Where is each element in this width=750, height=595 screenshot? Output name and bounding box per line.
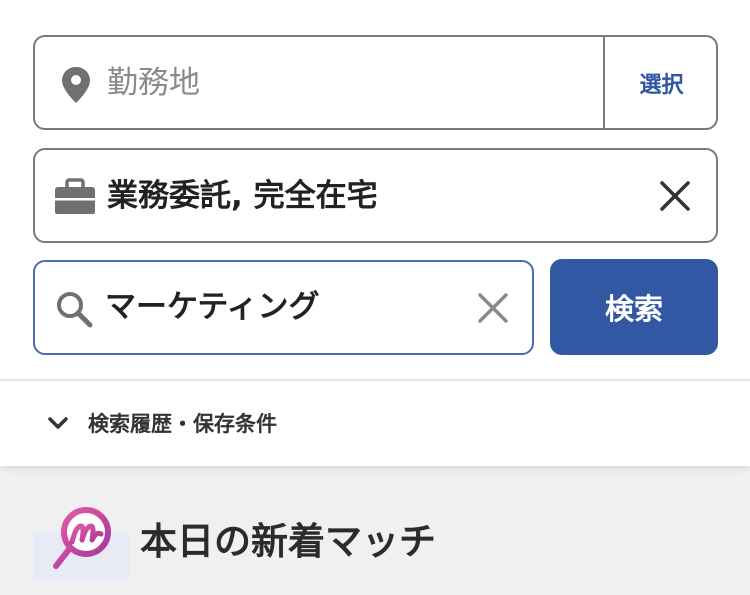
search-icon [57,292,93,328]
employment-type-value: 業務委託, 完全在宅 [107,178,378,214]
chevron-down-icon [48,417,68,429]
location-field[interactable]: 勤務地 選択 [33,35,718,130]
search-panel: 勤務地 選択 業務委託, 完全在宅 マーケティング 検索 検索履歴・保存条件 [0,0,750,466]
keyword-value: マーケティング [105,289,320,325]
new-matches-header: 本日の新着マッチ [34,500,436,580]
search-history-toggle[interactable]: 検索履歴・保存条件 [44,400,277,446]
close-icon[interactable] [657,178,693,214]
map-pin-icon [62,67,90,103]
keyword-input[interactable]: マーケティング [33,260,534,355]
new-matches-title: 本日の新着マッチ [140,520,436,563]
match-logo-icon [34,500,130,580]
close-icon[interactable] [475,290,511,326]
search-button[interactable]: 検索 [550,259,718,355]
divider [0,379,750,381]
search-history-label: 検索履歴・保存条件 [88,412,277,436]
location-placeholder: 勤務地 [107,65,200,101]
briefcase-icon [55,178,95,214]
location-select-button[interactable]: 選択 [605,37,718,128]
employment-type-field[interactable]: 業務委託, 完全在宅 [33,148,718,243]
